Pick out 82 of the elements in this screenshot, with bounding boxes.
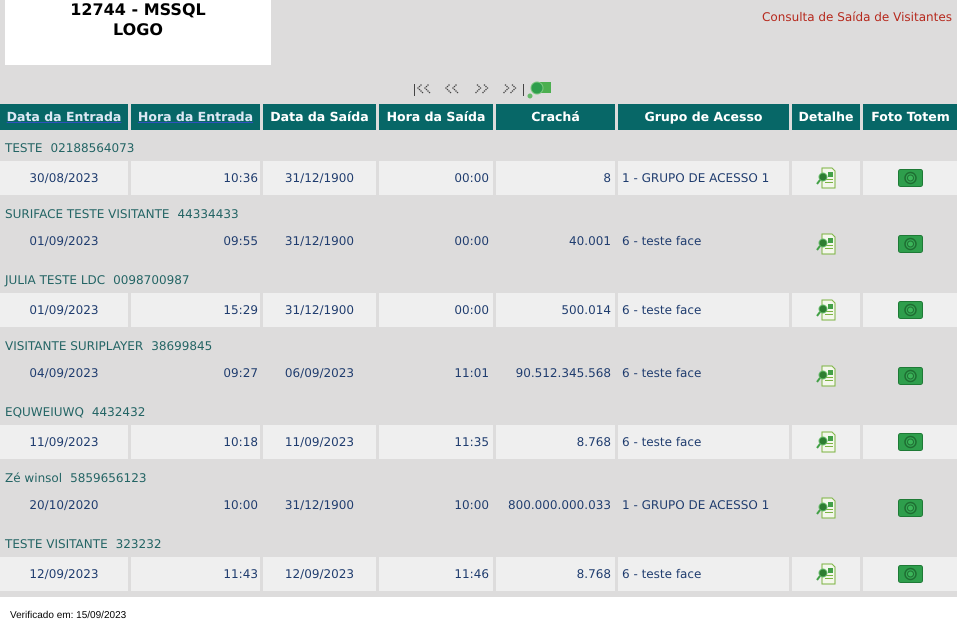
- table-cell: 00:00: [379, 293, 493, 327]
- table-cell-text: 20/10/2020: [28, 497, 100, 514]
- table-cell-text: 04/09/2023: [28, 365, 100, 382]
- table-cell-text: 10:00: [453, 497, 490, 514]
- table-cell: 10:36: [131, 161, 260, 195]
- camera-icon[interactable]: [898, 499, 923, 517]
- page-title: Consulta de Saída de Visitantes: [762, 9, 952, 26]
- document-search-icon[interactable]: [814, 298, 838, 322]
- table-cell: 11:43: [131, 557, 260, 591]
- table-cell: 31/12/1900: [263, 293, 376, 327]
- table-cell-text: 1 - GRUPO DE ACESSO 1: [621, 497, 770, 514]
- visitor-name: VISITANTE SURIPLAYER: [5, 338, 144, 355]
- camera-icon[interactable]: [898, 301, 923, 319]
- table-cell: 01/09/2023: [0, 293, 128, 327]
- table-cell: 11:35: [379, 425, 493, 459]
- document-search-icon[interactable]: [814, 232, 838, 256]
- document-search-icon[interactable]: [814, 496, 838, 520]
- table-cell: 30/08/2023: [0, 161, 128, 195]
- table-cell-text: 01/09/2023: [28, 233, 100, 250]
- column-header: Detalhe: [792, 104, 860, 130]
- table-cell: 12/09/2023: [263, 557, 376, 591]
- table-cell-text: 09:55: [222, 233, 259, 250]
- table-cell: 11/09/2023: [0, 425, 128, 459]
- visitor-name: Zé winsol: [5, 470, 62, 487]
- visitor-document: 4432432: [92, 404, 146, 421]
- logo-text: LOGO: [113, 20, 163, 40]
- table-cell-text: 6 - teste face: [621, 365, 702, 382]
- column-header: Data da Saída: [263, 104, 376, 130]
- table-cell: 6 - teste face: [618, 293, 789, 327]
- table-cell: 11/09/2023: [263, 425, 376, 459]
- column-header: Foto Totem: [863, 104, 957, 130]
- column-header: Crachá: [496, 104, 615, 130]
- table-cell: 11:46: [379, 557, 493, 591]
- camera-icon[interactable]: [898, 565, 923, 583]
- visitor-name: TESTE VISITANTE: [5, 536, 108, 553]
- table-cell: 00:00: [379, 161, 493, 195]
- table-cell: 8: [496, 161, 615, 195]
- column-header: Hora da Saída: [379, 104, 493, 130]
- table-cell-text: 00:00: [453, 233, 490, 250]
- table-cell: 500.014: [496, 293, 615, 327]
- logo-text: 12744 - MSSQL: [70, 0, 206, 20]
- visitor-name: TESTE: [5, 140, 42, 157]
- table-cell-text: 11:01: [453, 365, 490, 382]
- table-cell-text: 31/12/1900: [284, 233, 356, 250]
- document-search-icon[interactable]: [814, 430, 838, 454]
- visitor-document: 5859656123: [70, 470, 146, 487]
- table-cell-text: 06/09/2023: [284, 365, 356, 382]
- column-header[interactable]: Data da Entrada: [0, 104, 128, 130]
- visitor-name: SURIFACE TESTE VISITANTE: [5, 206, 170, 223]
- table-cell: 12/09/2023: [0, 557, 128, 591]
- table-cell-text: 6 - teste face: [621, 233, 702, 250]
- table-cell-text: 31/12/1900: [284, 497, 356, 514]
- table-cell: 1 - GRUPO DE ACESSO 1: [618, 161, 789, 195]
- table-cell: 6 - teste face: [618, 557, 789, 591]
- visitor-document: 0098700987: [113, 272, 190, 289]
- table-cell: 8.768: [496, 425, 615, 459]
- table-cell: 31/12/1900: [263, 161, 376, 195]
- camera-icon[interactable]: [898, 169, 923, 187]
- table-cell-text: 90.512.345.568: [514, 365, 612, 382]
- table-cell: 8.768: [496, 557, 615, 591]
- camera-icon[interactable]: [898, 433, 923, 451]
- camera-icon[interactable]: [898, 235, 923, 253]
- document-search-icon[interactable]: [814, 562, 838, 586]
- table-cell-text: 10:00: [222, 497, 259, 514]
- visitor-name: JULIA TESTE LDC: [5, 272, 106, 289]
- verification-date: Verificado em: 15/09/2023: [10, 610, 126, 621]
- table-cell-text: 40.001: [568, 233, 612, 250]
- visitor-document: 323232: [116, 536, 162, 553]
- visitor-document: 02188564073: [50, 140, 134, 157]
- column-header: Grupo de Acesso: [618, 104, 789, 130]
- table-cell: 10:18: [131, 425, 260, 459]
- document-search-icon[interactable]: [814, 364, 838, 388]
- camera-icon[interactable]: [898, 367, 923, 385]
- table-cell-text: 800.000.000.033: [506, 497, 612, 514]
- table-cell-text: 09:27: [222, 365, 259, 382]
- table-cell: 6 - teste face: [618, 425, 789, 459]
- table-cell: 15:29: [131, 293, 260, 327]
- column-header[interactable]: Hora da Entrada: [131, 104, 260, 130]
- visitor-name: EQUWEIUWQ: [5, 404, 84, 421]
- document-search-icon[interactable]: [814, 166, 838, 190]
- visitor-document: 38699845: [151, 338, 212, 355]
- visitor-document: 44334433: [178, 206, 239, 223]
